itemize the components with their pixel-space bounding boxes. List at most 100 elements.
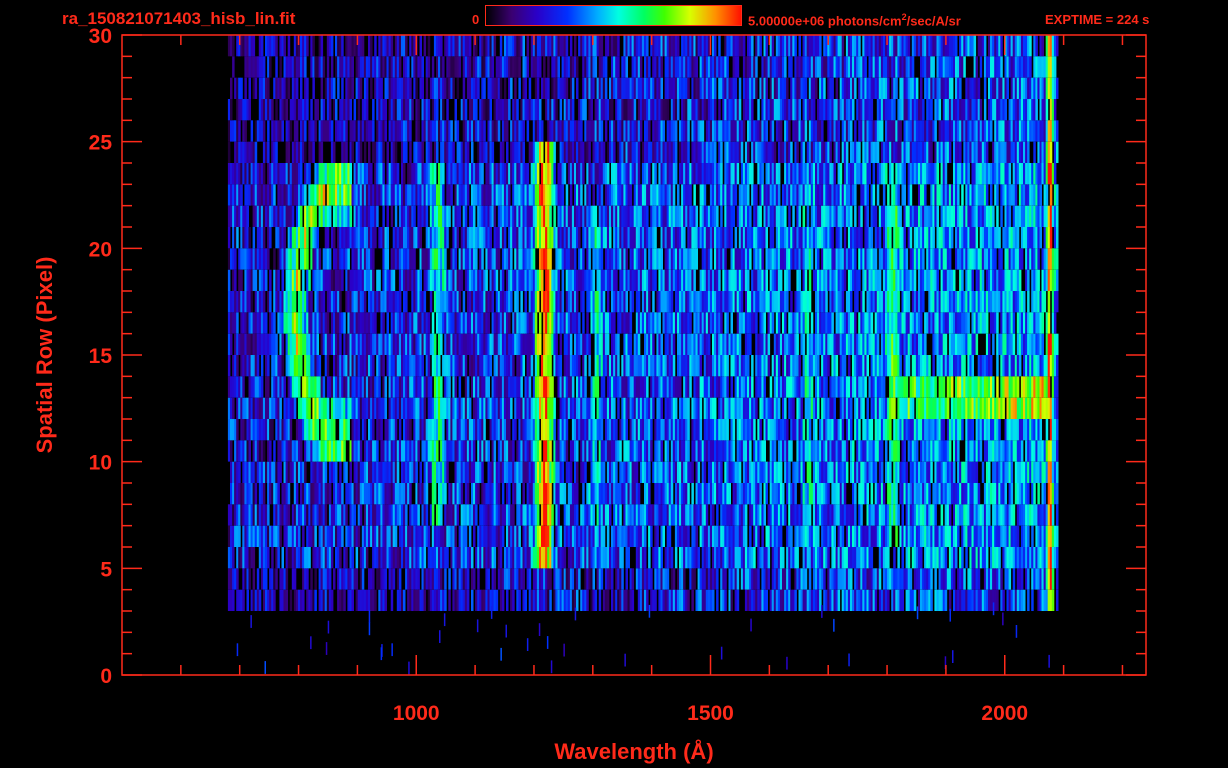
- heatmap-cell: [759, 483, 762, 505]
- heatmap-cell: [508, 312, 511, 334]
- heatmap-cell: [508, 483, 511, 505]
- heatmap-cell: [1023, 589, 1026, 611]
- heatmap-cell: [866, 355, 869, 377]
- heatmap-cell: [689, 312, 692, 334]
- heatmap-cell: [563, 483, 567, 505]
- heatmap-cell: [668, 525, 672, 547]
- heatmap-cell: [512, 589, 515, 611]
- heatmap-cell: [882, 376, 886, 398]
- heatmap-cell: [782, 547, 785, 569]
- heatmap-cell: [466, 376, 470, 398]
- heatmap-cell: [386, 312, 389, 334]
- heatmap-cell: [333, 419, 336, 441]
- heatmap-cell: [730, 312, 733, 334]
- heatmap-cell: [493, 568, 497, 590]
- heatmap-cell: [454, 525, 457, 547]
- heatmap-cell: [230, 440, 233, 462]
- heatmap-cell: [275, 568, 278, 590]
- heatmap-cell: [769, 376, 773, 398]
- heatmap-cell: [539, 312, 542, 334]
- heatmap-cell: [728, 483, 731, 505]
- heatmap-cell: [967, 312, 970, 334]
- heatmap-cell: [905, 376, 909, 398]
- heatmap-cell: [363, 291, 367, 313]
- heatmap-cell: [347, 419, 350, 441]
- heatmap-cell: [767, 568, 771, 590]
- heatmap-cell: [870, 419, 874, 441]
- heatmap-cell: [242, 376, 245, 398]
- heatmap-cell: [440, 333, 443, 355]
- heatmap-cell: [466, 589, 470, 611]
- heatmap-cell: [471, 547, 474, 569]
- heatmap-cell: [302, 525, 305, 547]
- heatmap-cell: [901, 589, 904, 611]
- heatmap-cell: [798, 355, 801, 377]
- heatmap-cell: [646, 589, 649, 611]
- heatmap-cell: [885, 440, 888, 462]
- heatmap-cell: [998, 419, 1001, 441]
- heatmap-cell: [246, 589, 249, 611]
- heatmap-cell: [784, 312, 787, 334]
- heatmap-cell: [757, 568, 760, 590]
- heatmap-cell: [322, 376, 326, 398]
- heatmap-cell: [281, 333, 284, 355]
- heatmap-cell: [483, 419, 486, 441]
- heatmap-cell: [866, 397, 869, 419]
- heatmap-cell: [924, 333, 927, 355]
- heatmap-cell: [763, 504, 766, 526]
- heatmap-cell: [586, 312, 589, 334]
- heatmap-cell: [662, 525, 665, 547]
- heatmap-cell: [779, 461, 783, 483]
- heatmap-cell: [689, 376, 692, 398]
- heatmap-cell: [345, 461, 348, 483]
- heatmap-cell: [687, 589, 690, 611]
- heatmap-cell: [895, 483, 898, 505]
- heatmap-cell: [732, 419, 736, 441]
- heatmap-cell: [396, 461, 400, 483]
- heatmap-cell: [1051, 568, 1055, 590]
- heatmap-cell: [841, 525, 845, 547]
- heatmap-cell: [473, 568, 476, 590]
- heatmap-cell: [1027, 483, 1030, 505]
- heatmap-cell: [254, 483, 258, 505]
- heatmap-cell: [988, 333, 991, 355]
- heatmap-cell: [419, 461, 422, 483]
- heatmap-cell: [1056, 355, 1059, 377]
- heatmap-cell: [817, 397, 820, 419]
- heatmap-cell: [965, 547, 968, 569]
- heatmap-cell: [948, 589, 952, 611]
- heatmap-cell: [985, 312, 989, 334]
- heatmap-cell: [786, 419, 789, 441]
- heatmap-cell: [744, 504, 748, 526]
- heatmap-cell: [788, 568, 791, 590]
- heatmap-cell: [707, 547, 711, 569]
- heatmap-cell: [637, 333, 641, 355]
- heatmap-cell: [650, 419, 653, 441]
- heatmap-cell: [707, 333, 711, 355]
- heatmap-cell: [252, 547, 256, 569]
- heatmap-cell: [609, 504, 612, 526]
- heatmap-cell: [1027, 589, 1030, 611]
- heatmap-cell: [361, 568, 365, 590]
- heatmap-cell: [333, 568, 336, 590]
- heatmap-cell: [874, 589, 878, 611]
- heatmap-cell: [423, 547, 427, 569]
- heatmap-cell: [870, 312, 874, 334]
- heatmap-cell: [433, 333, 437, 355]
- heatmap-cell: [841, 419, 845, 441]
- heatmap-cell: [279, 525, 282, 547]
- heatmap-cell: [691, 483, 694, 505]
- heatmap-cell: [1012, 312, 1016, 334]
- heatmap-cell: [448, 568, 451, 590]
- heatmap-cell: [611, 568, 614, 590]
- heatmap-cell: [324, 461, 328, 483]
- heatmap-cell: [594, 589, 598, 611]
- heatmap-cell: [674, 397, 678, 419]
- heatmap-cell: [930, 589, 933, 611]
- heatmap-cell: [944, 589, 948, 611]
- heatmap-cell: [598, 589, 602, 611]
- heatmap-cell: [792, 397, 795, 419]
- heatmap-cell: [232, 547, 235, 569]
- heatmap-cell: [262, 483, 266, 505]
- heatmap-cell: [990, 355, 993, 377]
